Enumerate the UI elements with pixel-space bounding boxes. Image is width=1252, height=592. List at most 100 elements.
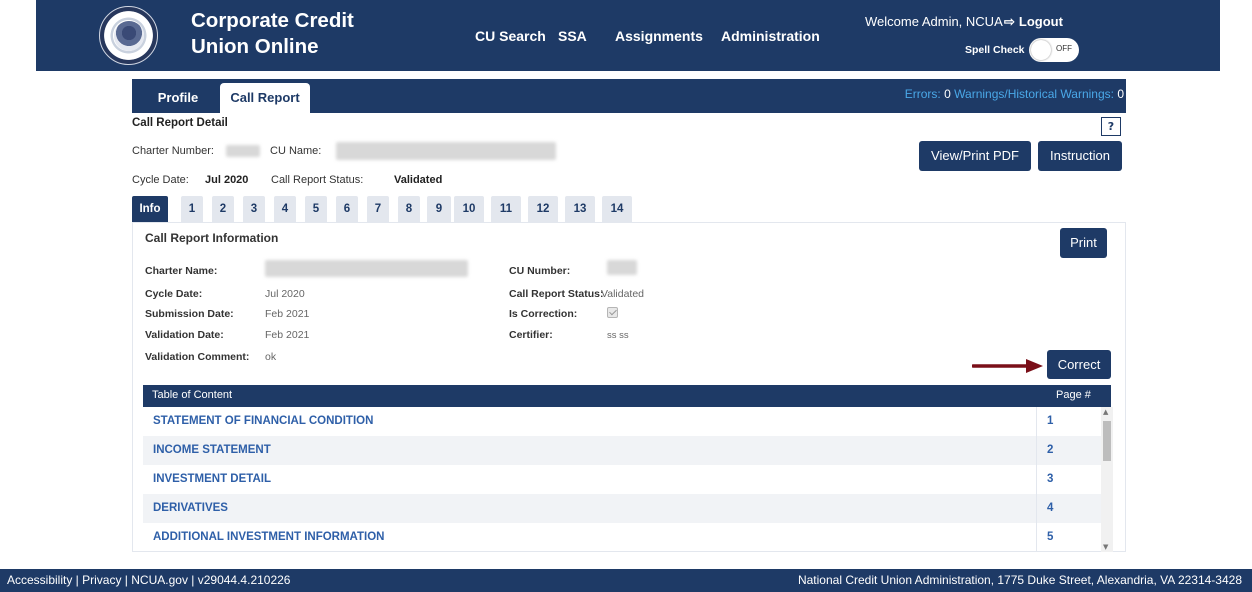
toc-row-divider bbox=[1036, 436, 1037, 465]
toc-row[interactable]: INVESTMENT DETAIL 3 bbox=[143, 465, 1101, 494]
warnings-count: 0 bbox=[1117, 87, 1124, 101]
welcome-text: Welcome Admin, NCUA bbox=[865, 14, 1003, 29]
scroll-down-icon[interactable]: ▼ bbox=[1103, 543, 1108, 551]
toc-row-name[interactable]: ADDITIONAL INVESTMENT INFORMATION bbox=[153, 531, 384, 543]
tab-section-1[interactable]: 1 bbox=[181, 196, 203, 222]
toc-row-divider bbox=[1036, 465, 1037, 494]
tab-section-12[interactable]: 12 bbox=[528, 196, 558, 222]
tab-section-11[interactable]: 11 bbox=[491, 196, 521, 222]
toc-row[interactable]: STATEMENT OF FINANCIAL CONDITION 1 bbox=[143, 407, 1101, 436]
instruction-button[interactable]: Instruction bbox=[1038, 141, 1122, 171]
validation-comment-label: Validation Comment: bbox=[145, 351, 250, 363]
cu-name-redacted bbox=[336, 142, 556, 160]
is-correction-checkbox bbox=[607, 307, 618, 318]
toc-header-page: Page # bbox=[1056, 389, 1091, 401]
toc-row-name[interactable]: DERIVATIVES bbox=[153, 502, 228, 514]
toc-list: STATEMENT OF FINANCIAL CONDITION 1 INCOM… bbox=[143, 407, 1101, 552]
logout-icon: ⇨ bbox=[1004, 14, 1015, 29]
info-cycle-date-label: Cycle Date: bbox=[145, 288, 203, 300]
toc-row[interactable]: INCOME STATEMENT 2 bbox=[143, 436, 1101, 465]
panel-title: Call Report Information bbox=[145, 231, 279, 245]
cycle-date-label: Cycle Date: bbox=[132, 174, 189, 186]
certifier-value: ss ss bbox=[607, 330, 629, 341]
toggle-knob bbox=[1031, 40, 1051, 60]
tab-profile[interactable]: Profile bbox=[146, 84, 210, 110]
validation-date-value: Feb 2021 bbox=[265, 329, 310, 341]
cu-name-label: CU Name: bbox=[270, 145, 322, 157]
nav-administration[interactable]: Administration bbox=[721, 28, 820, 44]
toc-row-name[interactable]: STATEMENT OF FINANCIAL CONDITION bbox=[153, 415, 373, 427]
app-title-line2: Union Online bbox=[191, 35, 319, 58]
charter-number-redacted bbox=[226, 145, 260, 157]
info-cycle-date-value: Jul 2020 bbox=[265, 288, 305, 300]
tab-section-7[interactable]: 7 bbox=[367, 196, 389, 222]
errors-warnings-summary[interactable]: Errors: 0 Warnings/Historical Warnings: … bbox=[905, 87, 1124, 101]
tab-call-report[interactable]: Call Report bbox=[220, 83, 310, 113]
toc-row-page[interactable]: 5 bbox=[1047, 531, 1053, 543]
app-title-line1: Corporate Credit bbox=[191, 9, 354, 32]
toc-row-name[interactable]: INVESTMENT DETAIL bbox=[153, 473, 271, 485]
view-print-pdf-button[interactable]: View/Print PDF bbox=[919, 141, 1031, 171]
tab-section-13[interactable]: 13 bbox=[565, 196, 595, 222]
toc-row-divider bbox=[1036, 407, 1037, 436]
toc-row-page[interactable]: 3 bbox=[1047, 473, 1053, 485]
footer-address: National Credit Union Administration, 17… bbox=[797, 573, 1242, 587]
submission-date-value: Feb 2021 bbox=[265, 308, 310, 320]
tab-section-6[interactable]: 6 bbox=[336, 196, 358, 222]
annotation-arrow-icon bbox=[972, 359, 1043, 373]
validation-comment-value: ok bbox=[265, 351, 277, 363]
app-title: Corporate Credit Union Online bbox=[191, 8, 354, 60]
warnings-label: Warnings/Historical Warnings: bbox=[954, 87, 1114, 101]
tab-section-3[interactable]: 3 bbox=[243, 196, 265, 222]
toc-row-page[interactable]: 1 bbox=[1047, 415, 1053, 427]
footer-links[interactable]: Accessibility | Privacy | NCUA.gov | v29… bbox=[7, 573, 290, 587]
info-status-value: Validated bbox=[601, 288, 645, 300]
toc-header bbox=[143, 385, 1111, 407]
toc-row-divider bbox=[1036, 494, 1037, 523]
cycle-date-value: Jul 2020 bbox=[205, 174, 249, 186]
submission-date-label: Submission Date: bbox=[145, 308, 234, 320]
is-correction-label: Is Correction: bbox=[509, 308, 578, 320]
toc-scrollbar[interactable]: ▲ ▼ bbox=[1101, 407, 1113, 552]
info-status-label: Call Report Status: bbox=[509, 288, 604, 300]
toc-row-page[interactable]: 4 bbox=[1047, 502, 1053, 514]
nav-cu-search[interactable]: CU Search bbox=[475, 28, 546, 44]
tab-section-10[interactable]: 10 bbox=[454, 196, 484, 222]
ncua-seal-logo bbox=[99, 6, 158, 65]
charter-name-redacted bbox=[265, 260, 468, 277]
tab-section-14[interactable]: 14 bbox=[602, 196, 632, 222]
scroll-up-icon[interactable]: ▲ bbox=[1103, 408, 1108, 416]
errors-count: 0 bbox=[944, 87, 951, 101]
tab-info[interactable]: Info bbox=[132, 196, 168, 222]
tab-section-5[interactable]: 5 bbox=[305, 196, 327, 222]
certifier-label: Certifier: bbox=[509, 329, 553, 341]
scrollbar-thumb[interactable] bbox=[1103, 421, 1111, 461]
toc-row-page[interactable]: 2 bbox=[1047, 444, 1053, 456]
nav-assignments[interactable]: Assignments bbox=[615, 28, 703, 44]
charter-number-label: Charter Number: bbox=[132, 145, 214, 157]
toc-row[interactable]: DERIVATIVES 4 bbox=[143, 494, 1101, 523]
print-button[interactable]: Print bbox=[1060, 228, 1107, 258]
charter-name-label: Charter Name: bbox=[145, 265, 218, 277]
nav-ssa[interactable]: SSA bbox=[558, 28, 587, 44]
errors-label: Errors: bbox=[904, 87, 941, 101]
tab-section-4[interactable]: 4 bbox=[274, 196, 296, 222]
tab-section-9[interactable]: 9 bbox=[427, 196, 451, 222]
toggle-state: OFF bbox=[1056, 44, 1072, 53]
correct-button[interactable]: Correct bbox=[1047, 350, 1111, 379]
tab-section-2[interactable]: 2 bbox=[212, 196, 234, 222]
validation-date-label: Validation Date: bbox=[145, 329, 224, 341]
cu-number-label: CU Number: bbox=[509, 265, 571, 277]
status-label: Call Report Status: bbox=[271, 174, 364, 186]
toc-row[interactable]: ADDITIONAL INVESTMENT INFORMATION 5 bbox=[143, 523, 1101, 552]
spell-check-toggle[interactable]: OFF bbox=[1029, 38, 1079, 62]
page-title: Call Report Detail bbox=[132, 117, 228, 129]
cu-number-redacted bbox=[607, 260, 637, 275]
logout-link[interactable]: ⇨ Logout bbox=[1004, 14, 1063, 30]
toc-header-name: Table of Content bbox=[152, 389, 233, 401]
toc-row-name[interactable]: INCOME STATEMENT bbox=[153, 444, 271, 456]
toc-row-divider bbox=[1036, 523, 1037, 552]
help-button[interactable]: ? bbox=[1101, 117, 1121, 136]
tab-section-8[interactable]: 8 bbox=[398, 196, 420, 222]
eagle-icon bbox=[114, 21, 144, 51]
